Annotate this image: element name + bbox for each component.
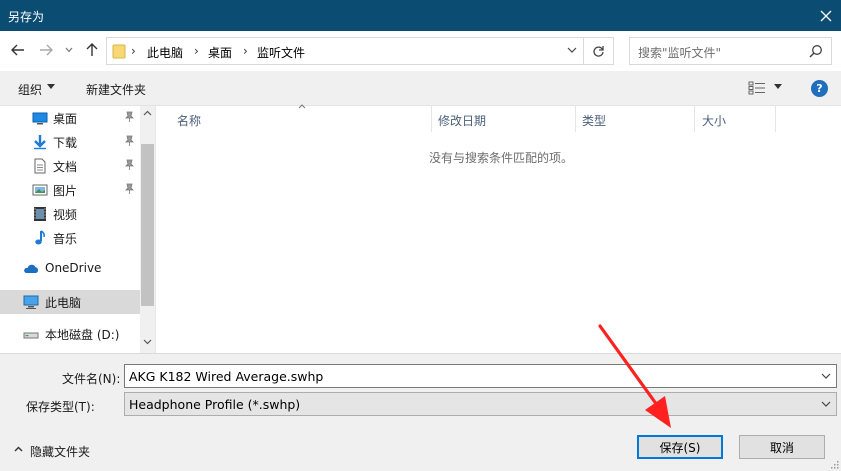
nav-item-label: 下载 bbox=[53, 136, 78, 150]
caret-down-icon bbox=[47, 84, 55, 89]
drive-icon bbox=[23, 332, 39, 339]
breadcrumb-separator[interactable]: › bbox=[194, 44, 199, 58]
nav-item-music[interactable]: 音乐 bbox=[0, 226, 140, 250]
view-details-icon bbox=[748, 81, 765, 95]
pin-icon bbox=[125, 135, 134, 146]
column-header-name[interactable]: 名称 bbox=[177, 112, 201, 129]
arrow-right-icon bbox=[40, 44, 53, 56]
file-list: 名称 修改日期 类型 大小 没有与搜索条件匹配的项。 bbox=[157, 104, 841, 353]
nav-item-label: 本地磁盘 (D:) bbox=[45, 328, 120, 342]
address-bar[interactable]: › 此电脑 › 桌面 › 监听文件 bbox=[106, 37, 584, 65]
nav-item-downloads[interactable]: 下载 bbox=[0, 130, 140, 154]
refresh-button[interactable] bbox=[584, 37, 614, 65]
breadcrumb-desktop[interactable]: 桌面 bbox=[208, 44, 232, 61]
pin-icon bbox=[125, 183, 134, 194]
navigation-pane: 桌面 下载 文档 图片 视频 音乐 OneDrive 此电脑 本地磁盘 (D:) bbox=[0, 106, 156, 353]
nav-item-label: 文档 bbox=[53, 160, 78, 174]
caret-down-icon bbox=[774, 84, 782, 89]
up-button[interactable] bbox=[84, 42, 100, 58]
cancel-button[interactable]: 取消 bbox=[739, 435, 825, 459]
pin-icon bbox=[125, 159, 134, 170]
nav-item-local-disk-d[interactable]: 本地磁盘 (D:) bbox=[0, 322, 140, 346]
arrow-left-icon bbox=[11, 44, 24, 56]
document-icon bbox=[34, 158, 46, 174]
filetype-select[interactable]: Headphone Profile (*.swhp) bbox=[124, 392, 837, 416]
chevron-down-icon bbox=[821, 401, 831, 407]
folder-icon bbox=[112, 44, 126, 59]
window-title: 另存为 bbox=[8, 10, 45, 24]
nav-item-videos[interactable]: 视频 bbox=[0, 202, 140, 226]
column-header-date-modified[interactable]: 修改日期 bbox=[438, 112, 486, 129]
breadcrumb-separator[interactable]: › bbox=[131, 44, 136, 58]
chevron-up-icon bbox=[143, 110, 152, 116]
chevron-down-icon bbox=[65, 47, 73, 53]
nav-item-pictures[interactable]: 图片 bbox=[0, 178, 140, 202]
search-placeholder: 搜索"监听文件" bbox=[638, 46, 722, 60]
pin-icon bbox=[125, 111, 134, 122]
column-divider[interactable] bbox=[575, 106, 576, 132]
desktop-icon bbox=[32, 112, 48, 125]
download-icon bbox=[34, 135, 46, 150]
nav-item-label: 桌面 bbox=[53, 112, 78, 126]
command-bar: 组织 新建文件夹 ? bbox=[0, 71, 841, 106]
save-options-panel: 文件名(N): AKG K182 Wired Average.swhp 保存类型… bbox=[0, 353, 841, 471]
forward-button[interactable] bbox=[38, 42, 54, 58]
empty-message: 没有与搜索条件匹配的项。 bbox=[429, 151, 574, 165]
column-header-type[interactable]: 类型 bbox=[582, 112, 606, 129]
nav-scrollbar[interactable] bbox=[140, 106, 155, 353]
filename-value: AKG K182 Wired Average.swhp bbox=[129, 369, 324, 384]
title-bar: 另存为 bbox=[0, 0, 841, 31]
chevron-up-icon bbox=[14, 446, 23, 452]
back-button[interactable] bbox=[10, 42, 26, 58]
nav-item-documents[interactable]: 文档 bbox=[0, 154, 140, 178]
cancel-button-label: 取消 bbox=[769, 440, 794, 455]
nav-item-label: 音乐 bbox=[53, 232, 78, 246]
column-divider[interactable] bbox=[775, 106, 776, 132]
nav-item-this-pc[interactable]: 此电脑 bbox=[0, 290, 140, 314]
computer-icon bbox=[23, 295, 39, 309]
video-icon bbox=[34, 207, 46, 221]
breadcrumb-this-pc[interactable]: 此电脑 bbox=[147, 44, 183, 61]
arrow-up-icon bbox=[86, 43, 98, 56]
address-row: › 此电脑 › 桌面 › 监听文件 搜索"监听文件" bbox=[0, 31, 841, 71]
nav-item-label: 视频 bbox=[53, 208, 78, 222]
chevron-down-icon bbox=[567, 47, 577, 53]
nav-item-label: 此电脑 bbox=[45, 296, 82, 310]
close-icon bbox=[820, 10, 832, 21]
filename-label: 文件名(N): bbox=[62, 372, 121, 386]
filetype-value: Headphone Profile (*.swhp) bbox=[129, 397, 301, 412]
chevron-down-icon bbox=[821, 373, 831, 379]
save-button[interactable]: 保存(S) bbox=[637, 435, 723, 459]
picture-icon bbox=[32, 184, 48, 196]
music-icon bbox=[35, 230, 45, 245]
recent-locations-button[interactable] bbox=[63, 42, 75, 58]
hide-folders-label: 隐藏文件夹 bbox=[30, 445, 91, 459]
nav-item-onedrive[interactable]: OneDrive bbox=[0, 257, 140, 281]
column-divider[interactable] bbox=[431, 106, 432, 132]
resize-grip-icon bbox=[831, 461, 839, 469]
search-icon bbox=[809, 45, 822, 58]
chevron-down-icon bbox=[143, 339, 152, 345]
search-input[interactable]: 搜索"监听文件" bbox=[629, 37, 832, 65]
nav-item-label: 图片 bbox=[53, 184, 78, 198]
sort-ascending-icon bbox=[298, 104, 306, 109]
scrollbar-thumb[interactable] bbox=[141, 144, 154, 306]
cloud-icon bbox=[24, 264, 39, 273]
column-header-size[interactable]: 大小 bbox=[702, 112, 726, 129]
nav-item-desktop[interactable]: 桌面 bbox=[0, 106, 140, 130]
breadcrumb-separator[interactable]: › bbox=[243, 44, 248, 58]
organize-button[interactable]: 组织 bbox=[18, 81, 42, 98]
new-folder-button[interactable]: 新建文件夹 bbox=[86, 81, 146, 98]
filetype-label: 保存类型(T): bbox=[26, 400, 95, 414]
refresh-icon bbox=[593, 45, 604, 57]
column-divider[interactable] bbox=[694, 106, 695, 132]
help-button[interactable]: ? bbox=[811, 80, 828, 97]
breadcrumb-current-folder[interactable]: 监听文件 bbox=[257, 44, 305, 61]
filename-field[interactable]: AKG K182 Wired Average.swhp bbox=[124, 364, 837, 388]
nav-item-label: OneDrive bbox=[45, 261, 102, 275]
save-button-label: 保存(S) bbox=[659, 440, 701, 455]
close-button[interactable] bbox=[811, 0, 841, 31]
